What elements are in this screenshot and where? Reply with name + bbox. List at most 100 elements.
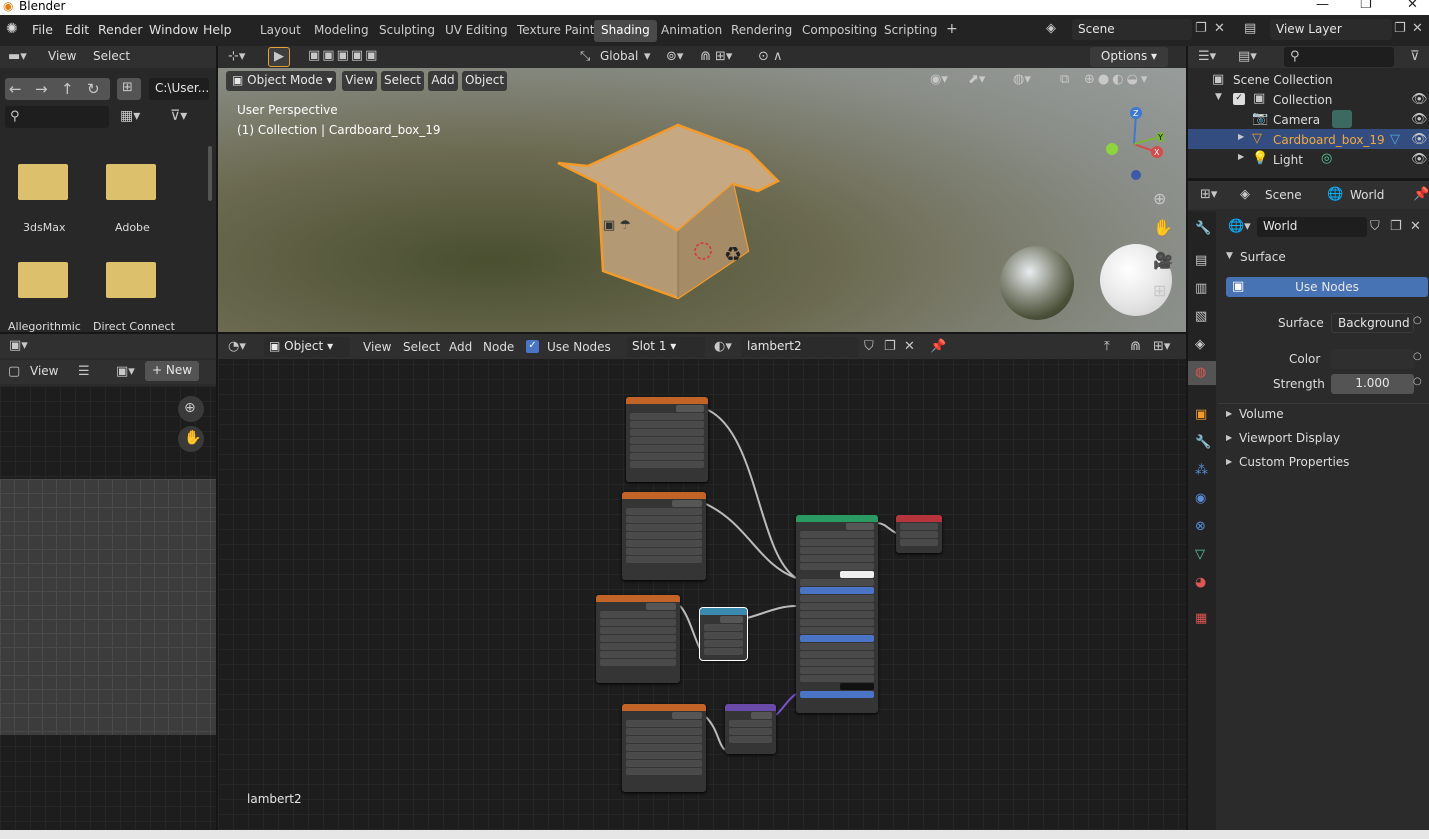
tab-sculpting[interactable]: Sculpting — [372, 20, 442, 42]
xray-icon[interactable]: ⧉ — [1060, 72, 1069, 87]
close-icon[interactable]: ✕ — [1407, 0, 1418, 12]
expand-arrow-icon[interactable]: ▼ — [1215, 92, 1222, 102]
constraints-tab-icon[interactable]: ⊗ — [1195, 519, 1206, 534]
add-workspace-icon[interactable]: + — [939, 18, 965, 40]
tab-uv-editing[interactable]: UV Editing — [438, 20, 515, 42]
world-browse-icon[interactable]: 🌐▾ — [1228, 219, 1251, 234]
light-data-icon[interactable]: ◎ — [1321, 151, 1332, 166]
tab-modeling[interactable]: Modeling — [307, 20, 376, 42]
outliner-item-light[interactable]: Light — [1273, 153, 1303, 167]
use-nodes-button[interactable]: ▣ Use Nodes — [1226, 277, 1428, 297]
menu-render[interactable]: Render — [98, 22, 143, 37]
menu-edit[interactable]: Edit — [65, 22, 89, 37]
tab-rendering[interactable]: Rendering — [724, 20, 799, 42]
surface-panel-header[interactable]: Surface — [1240, 250, 1286, 264]
folder-label[interactable]: Allegorithmic — [8, 320, 81, 333]
folder-label[interactable]: Adobe — [115, 221, 150, 234]
folder-label[interactable]: Direct Connect — [93, 320, 175, 333]
minimize-icon[interactable]: — — [1316, 0, 1329, 12]
scrollbar[interactable] — [208, 146, 212, 201]
orientation-dropdown[interactable]: Global — [600, 49, 638, 63]
view-mode-icon[interactable]: ▢ — [8, 364, 20, 379]
world-name-field[interactable]: World — [1257, 217, 1367, 237]
modifier-tab-icon[interactable]: 🔧 — [1195, 435, 1211, 450]
link-dot-icon[interactable]: ○ — [1413, 351, 1422, 362]
scene-collection-label[interactable]: Scene Collection — [1233, 73, 1333, 87]
world-tab-active[interactable]: ◍ — [1188, 361, 1216, 385]
data-tab-icon[interactable]: ▽ — [1195, 547, 1205, 562]
output-tab-icon[interactable]: ▥ — [1195, 281, 1207, 296]
mode-selector[interactable]: ▣ Object Mode ▾ — [226, 71, 336, 91]
folder-icon[interactable] — [18, 164, 68, 200]
eye-icon[interactable]: 👁 — [1411, 112, 1428, 127]
path-field[interactable]: C:\User... — [149, 78, 209, 100]
file-menu-select[interactable]: Select — [93, 49, 130, 63]
image-browse-icon[interactable]: ▣▾ — [116, 364, 135, 379]
folder-label[interactable]: 3dsMax — [23, 221, 65, 234]
expand-arrow-icon[interactable]: ▶ — [1226, 457, 1232, 466]
view-menu[interactable]: View — [30, 364, 58, 378]
scene-tab-icon[interactable]: ◈ — [1240, 187, 1250, 202]
link-dot-icon[interactable]: ○ — [1413, 376, 1422, 387]
new-image-button[interactable]: + New — [145, 361, 199, 381]
outliner-item-cardboard-box[interactable]: Cardboard_box_19 — [1273, 133, 1385, 147]
menu-window[interactable]: Window — [149, 22, 198, 37]
eye-icon[interactable]: 👁 — [1411, 152, 1428, 167]
3d-viewport[interactable]: ⊹▾ ▶ ▣▣▣▣▣ ⤡ Global ▾ ⊚▾ ⋒ ⊞▾ ⊙ ∧ Option… — [218, 46, 1186, 332]
expand-arrow-icon[interactable]: ▼ — [1226, 251, 1233, 261]
select-mode-icons[interactable]: ▣▣▣▣▣ — [308, 48, 379, 63]
material-output-node[interactable] — [896, 515, 942, 553]
viewport-menu-object[interactable]: Object — [462, 71, 507, 91]
material-tab-icon[interactable]: ◕ — [1195, 575, 1206, 590]
eye-icon[interactable]: 👁 — [1411, 92, 1428, 107]
view-layer-icon[interactable]: ▤ — [1244, 21, 1256, 36]
image-texture-node[interactable] — [626, 397, 708, 482]
menu-help[interactable]: Help — [203, 22, 232, 37]
editor-type-icon[interactable]: ▬▾ — [8, 49, 27, 64]
options-button[interactable]: Options ▾ — [1090, 47, 1168, 67]
image-texture-node[interactable] — [596, 595, 680, 683]
editor-type-icon[interactable]: ⊹▾ — [228, 49, 245, 64]
render-tab-icon[interactable]: ▤ — [1195, 253, 1207, 268]
viewport-menu-add[interactable]: Add — [428, 71, 458, 91]
delete-scene-icon[interactable]: ✕ — [1214, 21, 1225, 36]
editor-type-icon[interactable]: ⊞▾ — [1200, 187, 1217, 202]
duplicate-world-icon[interactable]: ❐ — [1390, 219, 1402, 234]
hamburger-icon[interactable]: ☰ — [78, 364, 90, 379]
zoom-view-icon[interactable]: ⊕ — [1153, 189, 1166, 208]
shading-mode-icons[interactable]: ⊕●◐◒▾ — [1084, 72, 1150, 87]
node-editor[interactable]: ◔▾ ▣ Object ▾ View Select Add Node ✓ Use… — [218, 334, 1186, 830]
unlink-world-icon[interactable]: ✕ — [1410, 219, 1421, 234]
tab-scripting[interactable]: Scripting — [877, 20, 944, 42]
file-search-input[interactable]: ⚲ — [5, 106, 109, 128]
editor-type-icon[interactable]: ▣▾ — [9, 338, 28, 353]
expand-arrow-icon[interactable]: ▶ — [1226, 433, 1232, 442]
filter-icon[interactable]: ⊽ — [1410, 49, 1420, 64]
navigation-gizmo[interactable]: Z X Y — [1104, 106, 1164, 182]
outliner-item-camera[interactable]: Camera — [1273, 113, 1320, 127]
folder-icon[interactable] — [106, 262, 156, 298]
fake-user-icon[interactable]: ⛉ — [1370, 219, 1380, 234]
pivot-icon[interactable]: ⊚▾ — [666, 49, 683, 64]
display-mode-icon[interactable]: ▦▾ — [120, 108, 140, 124]
file-menu-view[interactable]: View — [48, 49, 76, 63]
back-icon[interactable]: ← — [9, 80, 22, 98]
overlay-icon[interactable]: ◍▾ — [1013, 72, 1031, 87]
view-layer-selector[interactable]: View Layer — [1270, 19, 1392, 40]
new-folder-button[interactable]: ⊞ — [117, 78, 141, 100]
object-tab-icon[interactable]: ▣ — [1195, 407, 1207, 422]
tab-texture-paint[interactable]: Texture Paint — [510, 20, 601, 42]
tab-animation[interactable]: Animation — [654, 20, 729, 42]
parent-dir-icon[interactable]: ↑ — [61, 80, 74, 98]
image-texture-node[interactable] — [622, 704, 706, 792]
tool-tab-icon[interactable]: 🔧 — [1195, 221, 1211, 236]
perspective-toggle-icon[interactable]: ⊞ — [1153, 281, 1166, 300]
proportional-edit-icon[interactable]: ⊙ ∧ — [758, 49, 783, 64]
particles-tab-icon[interactable]: ⁂ — [1195, 463, 1208, 478]
scene-icon[interactable]: ◈ — [1046, 21, 1056, 36]
collection-label[interactable]: Collection — [1273, 93, 1332, 107]
expand-arrow-icon[interactable]: ▶ — [1238, 152, 1244, 161]
expand-arrow-icon[interactable]: ▶ — [1238, 132, 1244, 141]
eye-icon[interactable]: 👁 — [1411, 132, 1428, 147]
display-mode-icon[interactable]: ▤▾ — [1238, 49, 1257, 64]
